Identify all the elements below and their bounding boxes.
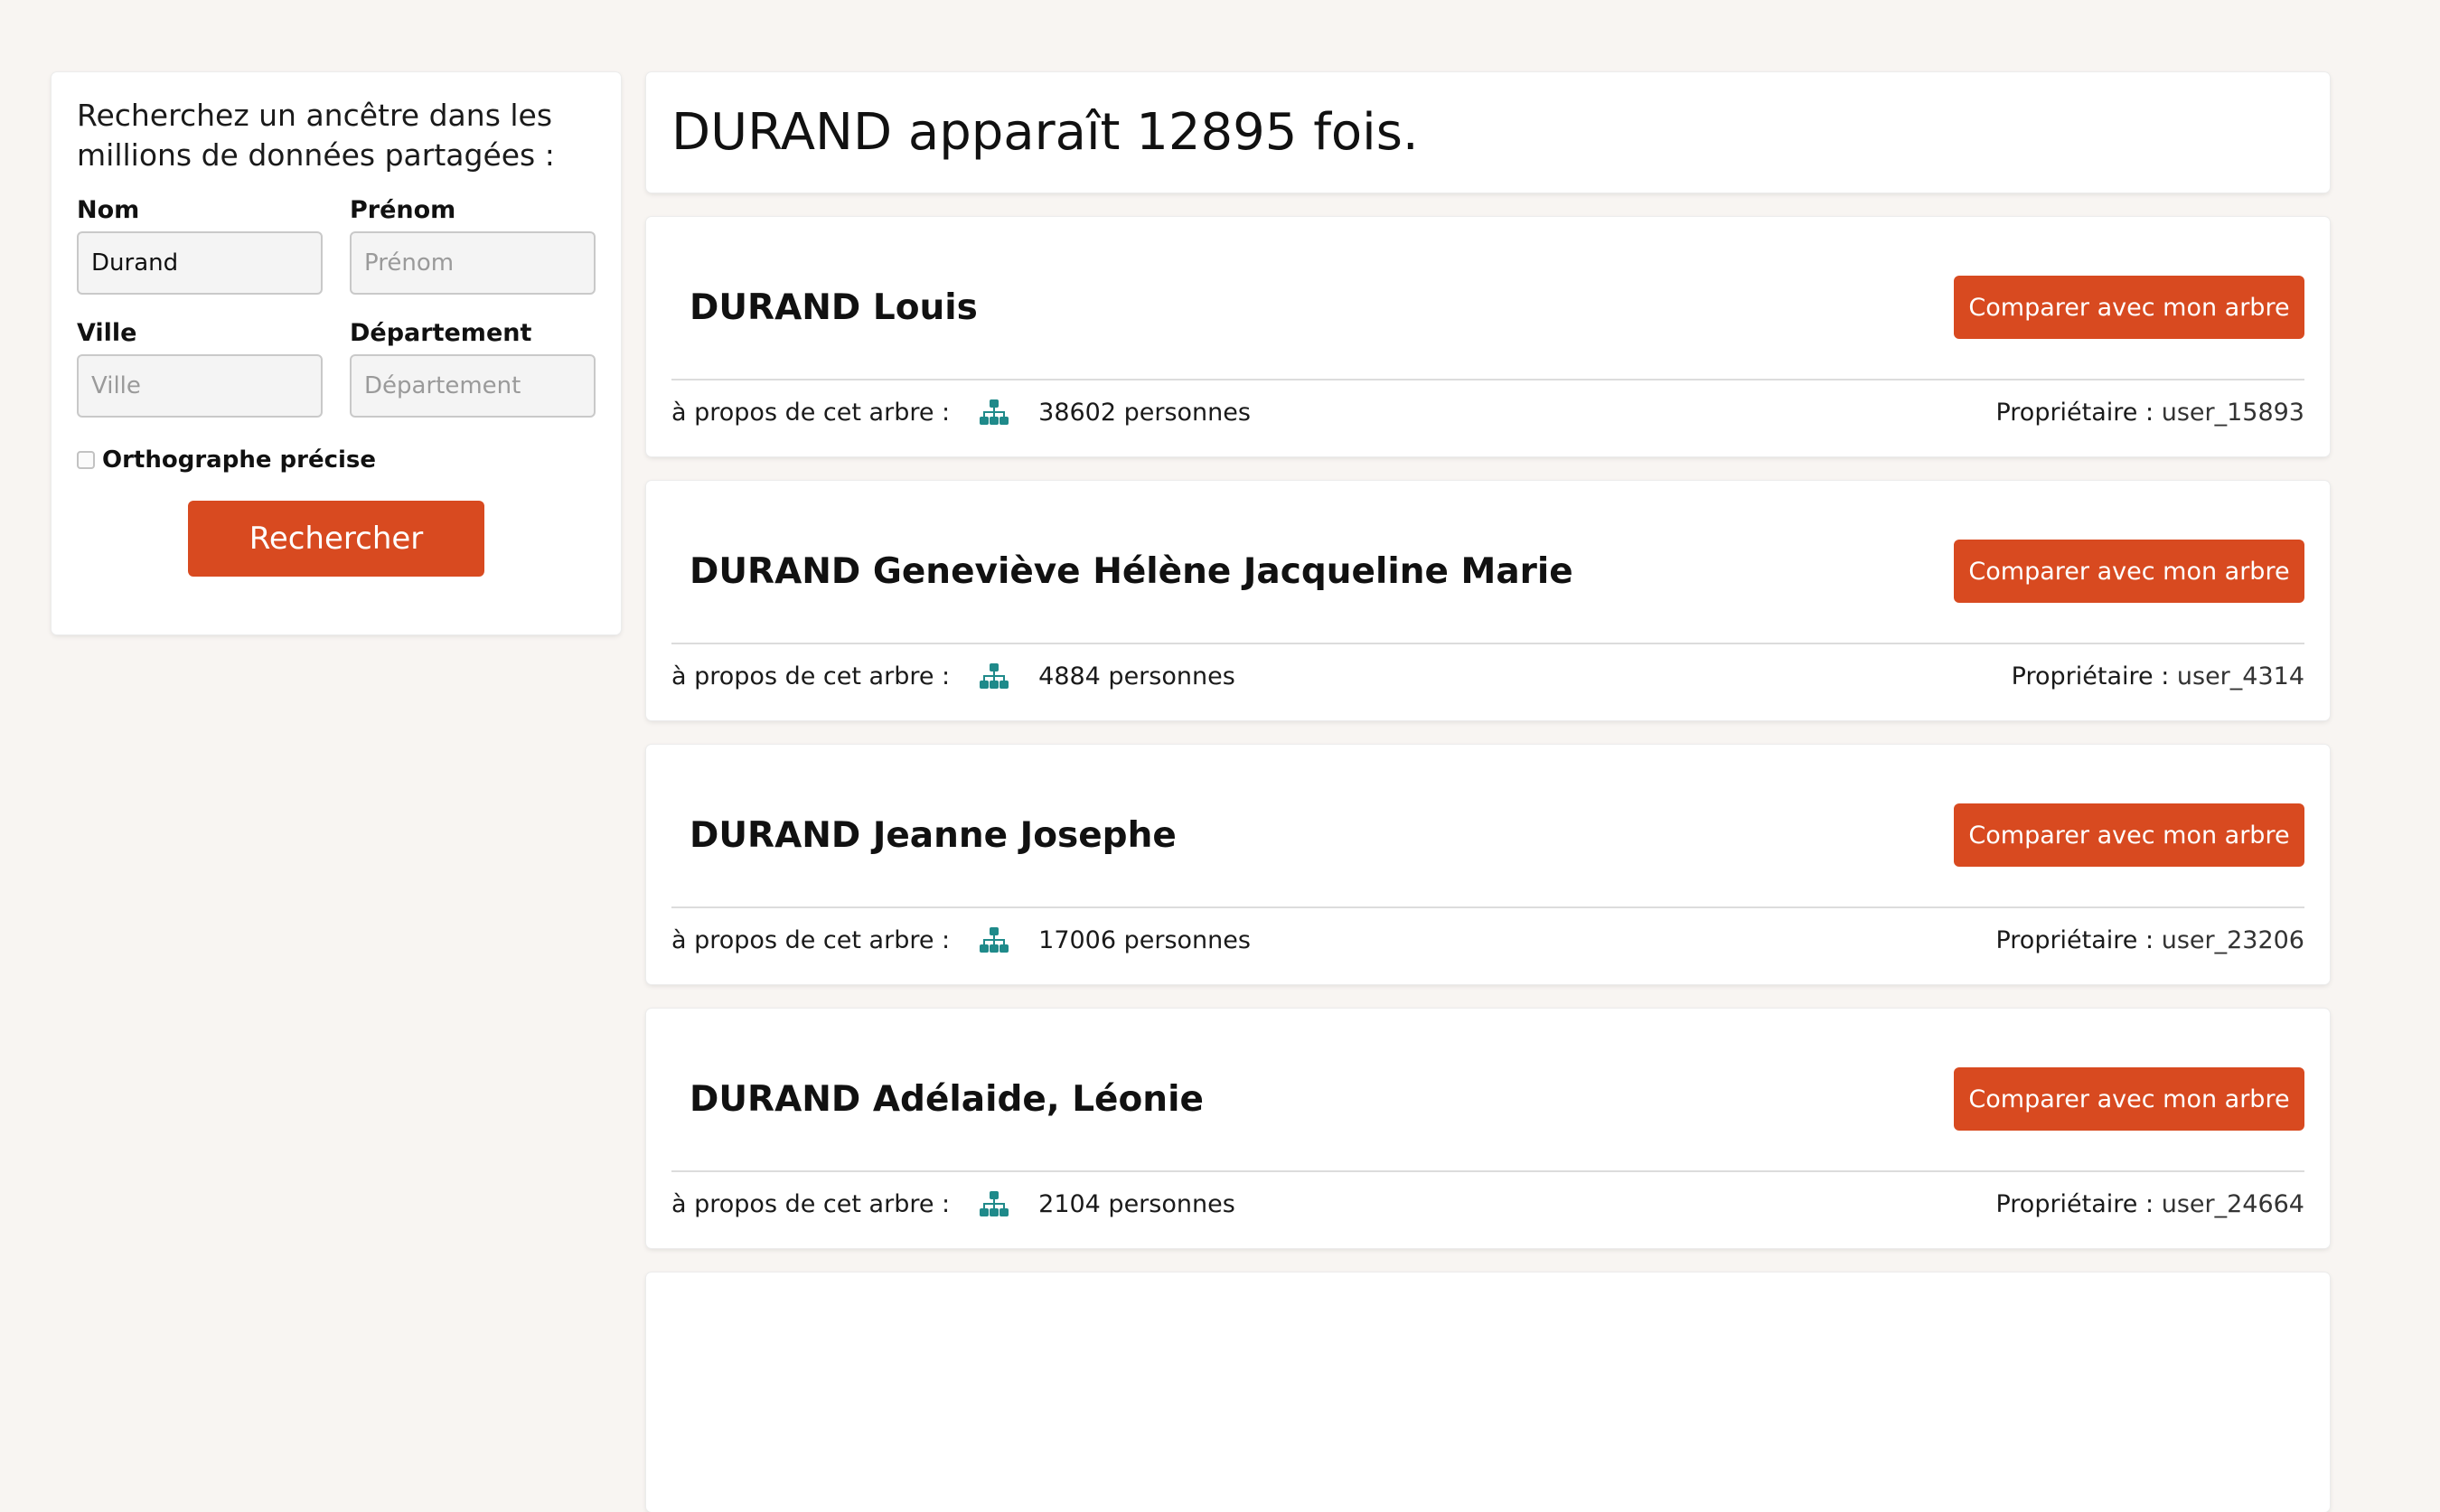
- result-name[interactable]: DURAND Geneviève Hélène Jacqueline Marie: [690, 551, 1573, 593]
- result-card-partial: [646, 1273, 2330, 1512]
- divider: [671, 379, 2304, 380]
- owner-username[interactable]: user_4314: [2177, 662, 2304, 690]
- divider: [671, 643, 2304, 644]
- owner-username[interactable]: user_24664: [2162, 1190, 2304, 1218]
- owner-label: Propriétaire :: [2011, 662, 2170, 690]
- search-panel: Recherchez un ancêtre dans les millions …: [52, 72, 621, 634]
- result-card: DURAND Adélaide, Léonie Comparer avec mo…: [646, 1009, 2330, 1248]
- prenom-input[interactable]: [350, 231, 596, 295]
- tree-info: à propos de cet arbre : 4884 personnes P…: [671, 658, 2304, 694]
- search-button[interactable]: Rechercher: [188, 501, 484, 577]
- exact-spelling-row[interactable]: Orthographe précise: [77, 446, 596, 474]
- owner-info: Propriétaire : user_4314: [2012, 662, 2304, 690]
- exact-spelling-checkbox[interactable]: [77, 451, 95, 469]
- search-intro: Recherchez un ancêtre dans les millions …: [77, 98, 555, 173]
- tree-info: à propos de cet arbre : 17006 personnes …: [671, 922, 2304, 958]
- departement-field-group: Département: [350, 318, 596, 418]
- person-count: 38602 personnes: [1038, 398, 1251, 427]
- owner-info: Propriétaire : user_23206: [1995, 926, 2304, 954]
- departement-label: Département: [350, 319, 532, 347]
- owner-label: Propriétaire :: [1995, 398, 2154, 427]
- nom-field-group: Nom: [77, 195, 323, 295]
- about-tree-label: à propos de cet arbre :: [671, 398, 951, 427]
- compare-button[interactable]: Comparer avec mon arbre: [1954, 276, 2304, 339]
- tree-info: à propos de cet arbre : 38602 personnes …: [671, 394, 2304, 430]
- departement-input[interactable]: [350, 354, 596, 418]
- about-tree-label: à propos de cet arbre :: [671, 1189, 951, 1218]
- about-tree-label: à propos de cet arbre :: [671, 662, 951, 690]
- tree-info: à propos de cet arbre : 2104 personnes P…: [671, 1186, 2304, 1222]
- nom-label: Nom: [77, 196, 140, 224]
- result-card: DURAND Geneviève Hélène Jacqueline Marie…: [646, 481, 2330, 720]
- divider: [671, 906, 2304, 908]
- prenom-field-group: Prénom: [350, 195, 596, 295]
- owner-info: Propriétaire : user_15893: [1995, 399, 2304, 427]
- result-card: DURAND Jeanne Josephe Comparer avec mon …: [646, 745, 2330, 984]
- person-count: 17006 personnes: [1038, 925, 1251, 954]
- about-tree-label: à propos de cet arbre :: [671, 925, 951, 954]
- results-header: DURAND apparaît 12895 fois.: [646, 72, 2330, 193]
- ville-field-group: Ville: [77, 318, 323, 418]
- ville-label: Ville: [77, 319, 137, 347]
- exact-spelling-label: Orthographe précise: [102, 446, 377, 474]
- compare-button[interactable]: Comparer avec mon arbre: [1954, 540, 2304, 603]
- result-name[interactable]: DURAND Louis: [690, 287, 978, 329]
- owner-username[interactable]: user_23206: [2162, 926, 2304, 954]
- result-name[interactable]: DURAND Jeanne Josephe: [690, 815, 1177, 857]
- prenom-label: Prénom: [350, 196, 456, 224]
- ville-input[interactable]: [77, 354, 323, 418]
- family-tree-icon: [980, 1191, 1009, 1216]
- owner-label: Propriétaire :: [1995, 1189, 2154, 1218]
- result-name[interactable]: DURAND Adélaide, Léonie: [690, 1079, 1204, 1121]
- family-tree-icon: [980, 399, 1009, 425]
- search-fields: Nom Prénom Ville Département: [77, 195, 596, 418]
- owner-username[interactable]: user_15893: [2162, 399, 2304, 427]
- owner-info: Propriétaire : user_24664: [1995, 1190, 2304, 1218]
- person-count: 2104 personnes: [1038, 1189, 1235, 1218]
- person-count: 4884 personnes: [1038, 662, 1235, 690]
- owner-label: Propriétaire :: [1995, 925, 2154, 954]
- family-tree-icon: [980, 663, 1009, 689]
- result-card: DURAND Louis Comparer avec mon arbre à p…: [646, 217, 2330, 456]
- nom-input[interactable]: [77, 231, 323, 295]
- family-tree-icon: [980, 927, 1009, 953]
- compare-button[interactable]: Comparer avec mon arbre: [1954, 1067, 2304, 1131]
- results-title: DURAND apparaît 12895 fois.: [671, 103, 1419, 162]
- divider: [671, 1170, 2304, 1172]
- compare-button[interactable]: Comparer avec mon arbre: [1954, 803, 2304, 867]
